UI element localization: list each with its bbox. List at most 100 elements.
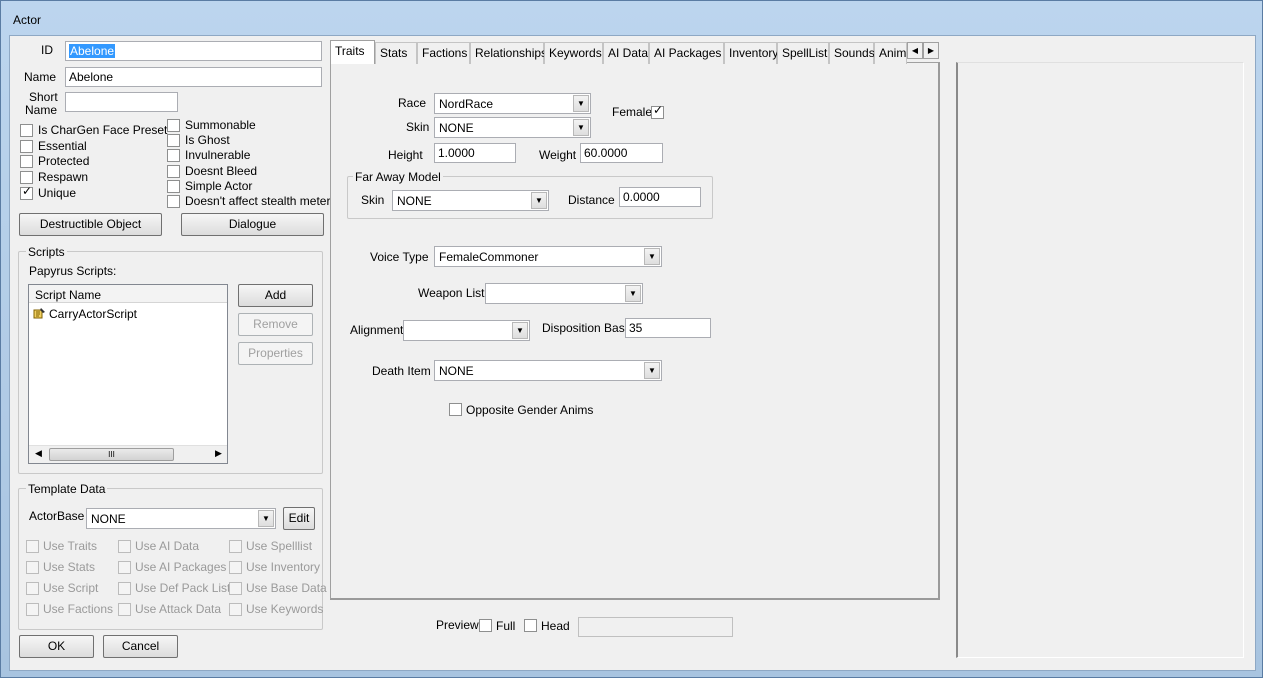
voice-type-dropdown[interactable]: FemaleCommoner ▼ [434, 246, 662, 267]
flag-label: Doesn't affect stealth meter [185, 194, 331, 208]
id-field[interactable]: Abelone [65, 41, 322, 61]
disposition-base-field[interactable]: 35 [625, 318, 711, 338]
scripts-list[interactable]: Script Name CarryActorScript ◀ III ▶ [28, 284, 228, 464]
tab-sounds[interactable]: Sounds [829, 42, 875, 64]
tab-ai-data[interactable]: AI Data [603, 42, 649, 64]
tab-anim[interactable]: Anim [874, 42, 907, 64]
tab-factions[interactable]: Factions [417, 42, 470, 64]
template-use-checkbox[interactable] [229, 582, 242, 595]
preview-full-checkbox[interactable] [479, 619, 492, 632]
template-use-checkbox[interactable] [118, 540, 131, 553]
template-use-checkbox[interactable] [118, 561, 131, 574]
flag-checkbox[interactable] [20, 171, 33, 185]
scroll-right-icon[interactable]: ▶ [215, 448, 222, 459]
tab-spelllist[interactable]: SpellList [777, 42, 829, 64]
flag-checkbox[interactable] [167, 195, 180, 208]
actorbase-dropdown[interactable]: NONE ▼ [86, 508, 276, 529]
tab-inventory[interactable]: Inventory [724, 42, 778, 64]
scripts-horizontal-scrollbar[interactable]: ◀ III ▶ [29, 445, 227, 463]
short-name-field[interactable] [65, 92, 178, 112]
height-field[interactable]: 1.0000 [434, 143, 516, 163]
alignment-label: Alignment [350, 323, 404, 337]
tab-stats[interactable]: Stats [375, 42, 417, 64]
flag-checkbox[interactable] [167, 179, 180, 193]
far-away-skin-dropdown[interactable]: NONE ▼ [392, 190, 549, 211]
opposite-gender-anims-checkbox[interactable] [449, 403, 462, 416]
preview-render-pane[interactable] [956, 62, 1244, 658]
flag-checkbox[interactable] [20, 139, 33, 153]
flag-label: Respawn [38, 170, 89, 185]
preview-head-checkbox[interactable] [524, 619, 537, 632]
template-use-checkbox[interactable] [26, 540, 39, 553]
tab-scroll-right-icon[interactable]: ▶ [923, 42, 939, 59]
death-item-dropdown[interactable]: NONE ▼ [434, 360, 662, 381]
name-field[interactable]: Abelone [65, 67, 322, 87]
template-use-checkbox[interactable] [118, 603, 131, 616]
flag-checkbox[interactable] [167, 134, 180, 148]
script-properties-button[interactable]: Properties [238, 342, 313, 365]
title-bar[interactable]: Actor [1, 1, 1262, 35]
remove-script-button[interactable]: Remove [238, 313, 313, 336]
actorbase-value: NONE [91, 512, 126, 526]
female-checkbox[interactable]: ✓ [651, 104, 664, 119]
height-label: Height [388, 148, 423, 162]
papyrus-scripts-label: Papyrus Scripts: [29, 264, 117, 278]
template-data-label: Template Data [26, 482, 108, 496]
flag-label: Simple Actor [185, 178, 253, 193]
tab-scroll-left-icon[interactable]: ◀ [907, 42, 923, 59]
flag-checkbox[interactable] [20, 124, 33, 137]
template-use-label: Use Script [43, 581, 99, 595]
distance-label: Distance [568, 193, 615, 207]
flag-label: Essential [38, 138, 87, 153]
preview-field[interactable] [578, 617, 733, 637]
template-use-label: Use AI Packages [135, 560, 227, 574]
edit-actorbase-button[interactable]: Edit [283, 507, 315, 530]
template-use-checkbox[interactable] [229, 561, 242, 574]
scroll-left-icon[interactable]: ◀ [35, 448, 42, 459]
weight-field[interactable]: 60.0000 [580, 143, 663, 163]
chevron-down-icon[interactable]: ▼ [644, 248, 660, 265]
script-name-column-header[interactable]: Script Name [29, 285, 227, 303]
chevron-down-icon[interactable]: ▼ [512, 322, 528, 339]
weapon-list-dropdown[interactable]: ▼ [485, 283, 643, 304]
script-list-item[interactable]: CarryActorScript [31, 306, 225, 322]
name-label: Name [24, 70, 57, 84]
add-script-button[interactable]: Add [238, 284, 313, 307]
template-use-checkbox[interactable] [26, 582, 39, 595]
skin-dropdown[interactable]: NONE ▼ [434, 117, 591, 138]
distance-field[interactable]: 0.0000 [619, 187, 701, 207]
chevron-down-icon[interactable]: ▼ [573, 95, 589, 112]
template-use-label: Use Stats [43, 560, 96, 574]
race-dropdown[interactable]: NordRace ▼ [434, 93, 591, 114]
template-use-checkbox[interactable] [26, 603, 39, 616]
alignment-dropdown[interactable]: ▼ [403, 320, 530, 341]
flag-checkbox[interactable] [167, 164, 180, 178]
flag-checkbox[interactable] [20, 155, 33, 169]
template-use-checkbox[interactable] [26, 561, 39, 574]
template-use-checkbox[interactable] [229, 540, 242, 553]
chevron-down-icon[interactable]: ▼ [573, 119, 589, 136]
chevron-down-icon[interactable]: ▼ [644, 362, 660, 379]
flag-checkbox[interactable] [167, 119, 180, 132]
chevron-down-icon[interactable]: ▼ [625, 285, 641, 302]
dialogue-button[interactable]: Dialogue [181, 213, 324, 236]
template-use-checkbox[interactable] [229, 603, 242, 616]
tab-relationships[interactable]: Relationships [470, 42, 547, 64]
chevron-down-icon[interactable]: ▼ [258, 510, 274, 527]
tab-keywords[interactable]: Keywords [544, 42, 603, 64]
flag-label: Protected [38, 154, 90, 169]
tab-ai-packages[interactable]: AI Packages [649, 42, 724, 64]
tab-traits[interactable]: Traits [330, 40, 375, 64]
cancel-button[interactable]: Cancel [103, 635, 178, 658]
template-use-checkbox[interactable] [118, 582, 131, 595]
flag-checkbox[interactable]: ✓ [20, 184, 33, 200]
id-label: ID [41, 43, 53, 57]
chevron-down-icon[interactable]: ▼ [531, 192, 547, 209]
ok-button[interactable]: OK [19, 635, 94, 658]
scroll-thumb[interactable]: III [49, 448, 174, 461]
destructible-object-button[interactable]: Destructible Object [19, 213, 162, 236]
female-label: Female [612, 105, 653, 119]
window-title: Actor [13, 13, 42, 27]
flag-label: Is CharGen Face Preset [38, 123, 168, 137]
flag-checkbox[interactable] [167, 149, 180, 163]
